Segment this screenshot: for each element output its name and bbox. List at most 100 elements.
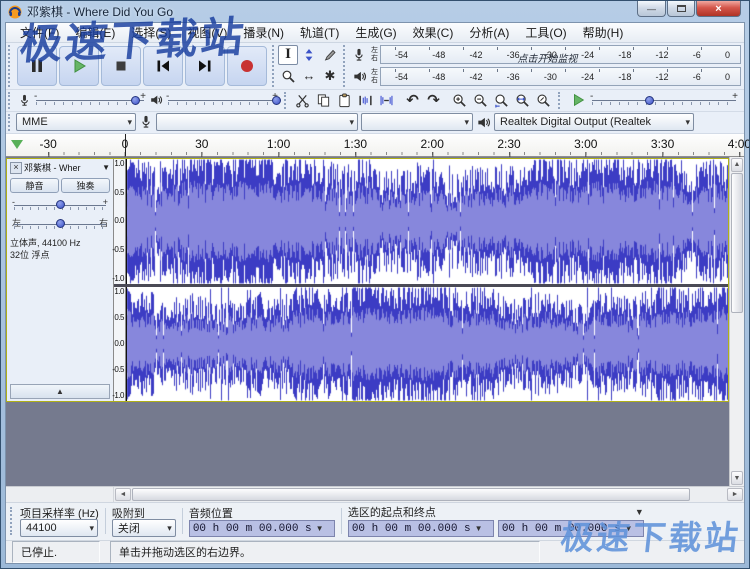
- gain-slider[interactable]: - +: [10, 197, 110, 212]
- menu-item[interactable]: 轨道(T): [292, 22, 347, 43]
- silence-audio-button[interactable]: [376, 90, 397, 110]
- right-channel-waveform[interactable]: [126, 286, 728, 401]
- field-dropdown-icon[interactable]: ▼: [625, 524, 633, 533]
- recording-meter-bar[interactable]: -54 -48 -42 -36 -30 -24 -18 -12 -6 0 点击开始监视: [380, 45, 741, 65]
- minimize-button[interactable]: —: [637, 1, 666, 17]
- zoom-out-button[interactable]: [470, 90, 491, 110]
- field-dropdown-icon[interactable]: ▼: [316, 524, 324, 533]
- paste-button[interactable]: [334, 90, 355, 110]
- fit-project-button[interactable]: [512, 90, 533, 110]
- mute-button[interactable]: 静音: [10, 177, 59, 193]
- track-channels: 1.0 0.5 0.0 -0.5 -1.0 1.0 0.5 0.0 -0.5 -1.0: [112, 158, 728, 401]
- track-menu-dropdown-icon[interactable]: ▼: [102, 163, 110, 172]
- undo-icon: ↶: [406, 91, 419, 109]
- scroll-down-button[interactable]: ▼: [731, 471, 743, 486]
- menu-item[interactable]: 视图(V): [179, 22, 235, 43]
- collapse-track-button[interactable]: ▲: [10, 383, 110, 399]
- playback-speed-slider[interactable]: - +: [590, 92, 738, 108]
- menu-item[interactable]: 选择(S): [123, 22, 179, 43]
- recording-channels-dropdown[interactable]: [361, 113, 473, 132]
- play-at-speed-button[interactable]: [570, 92, 586, 108]
- timeline-ruler[interactable]: -300301:001:302:002:303:003:304:00: [6, 133, 749, 157]
- vertical-scrollbar[interactable]: ▲ ▼: [729, 156, 744, 487]
- skip-to-end-button[interactable]: [185, 45, 225, 86]
- horizontal-scrollbar[interactable]: [132, 487, 726, 502]
- scroll-up-button[interactable]: ▲: [731, 157, 743, 172]
- toolbar-gripper[interactable]: [8, 91, 13, 109]
- slider-thumb[interactable]: [272, 96, 282, 106]
- meter-scale-value: -54: [395, 71, 409, 82]
- copy-button[interactable]: [313, 90, 334, 110]
- zoom-tool-button[interactable]: [278, 66, 298, 86]
- toolbar-gripper[interactable]: [8, 113, 13, 131]
- cut-button[interactable]: [292, 90, 313, 110]
- scrollbar-spacer: [6, 487, 114, 503]
- playback-meter-speaker-button[interactable]: [349, 67, 369, 86]
- menu-item[interactable]: 生成(G): [347, 22, 404, 43]
- draw-tool-button[interactable]: [320, 45, 340, 65]
- recording-device-dropdown[interactable]: [156, 113, 358, 132]
- left-channel-label: 左: [371, 68, 378, 76]
- playback-volume-slider[interactable]: - +: [166, 92, 282, 108]
- audio-host-dropdown[interactable]: MME: [16, 113, 136, 132]
- recording-meter-mic-button[interactable]: [349, 45, 369, 64]
- stop-button[interactable]: [101, 45, 141, 86]
- snap-to-label: 吸附到: [111, 508, 145, 521]
- play-pin-button[interactable]: [9, 137, 25, 153]
- left-channel-waveform[interactable]: [126, 158, 728, 284]
- menu-item[interactable]: 分析(A): [461, 22, 517, 43]
- record-button[interactable]: [227, 45, 267, 86]
- horizontal-scroll-thumb[interactable]: [132, 488, 691, 502]
- track-close-button[interactable]: ×: [10, 161, 22, 174]
- snap-to-dropdown[interactable]: 关闭: [111, 519, 176, 538]
- selection-range-dropdown[interactable]: 选区的起点和终点 ▼: [348, 505, 648, 519]
- gain-slider-thumb[interactable]: [56, 199, 65, 209]
- collapse-icon: ▲: [56, 386, 64, 396]
- menu-item[interactable]: 效果(C): [405, 22, 462, 43]
- field-dropdown-icon[interactable]: ▼: [475, 524, 483, 533]
- selection-start-field[interactable]: 00 h 00 m 00.000 s ▼: [347, 520, 494, 538]
- menu-item[interactable]: 帮助(H): [575, 22, 632, 43]
- playback-device-dropdown[interactable]: Realtek Digital Output (Realtek: [494, 113, 694, 132]
- maximize-button[interactable]: [667, 1, 695, 17]
- trim-audio-button[interactable]: [355, 90, 376, 110]
- close-button[interactable]: ×: [696, 1, 741, 17]
- fit-selection-button[interactable]: [491, 90, 512, 110]
- timeshift-tool-button[interactable]: ↔: [299, 66, 319, 86]
- toolbar-gripper[interactable]: [284, 91, 289, 109]
- playback-meter-bar[interactable]: -54 -48 -42 -36 -30 -24 -18 -12 -6 0: [380, 67, 741, 87]
- menu-item[interactable]: 播录(N): [235, 22, 292, 43]
- envelope-tool-button[interactable]: [299, 45, 319, 65]
- stop-icon: [116, 61, 126, 71]
- track-name[interactable]: 邓紫棋 - Wher: [24, 161, 100, 174]
- project-rate-dropdown[interactable]: 44100: [20, 519, 98, 538]
- zoom-toggle-button[interactable]: [533, 90, 554, 110]
- vertical-scroll-thumb[interactable]: [731, 172, 743, 313]
- skip-to-start-button[interactable]: [143, 45, 183, 86]
- pan-slider[interactable]: 左 右: [10, 216, 110, 231]
- recording-volume-slider[interactable]: - +: [34, 92, 146, 108]
- audio-position-field[interactable]: 00 h 00 m 00.000 s ▼: [188, 520, 335, 538]
- toolbar-gripper[interactable]: [558, 91, 563, 109]
- pan-slider-thumb[interactable]: [56, 218, 65, 228]
- zoom-in-button[interactable]: [449, 90, 470, 110]
- redo-button[interactable]: ↷: [423, 90, 444, 110]
- scroll-right-button[interactable]: ►: [727, 488, 743, 502]
- selection-end-field[interactable]: 00 h 00 m 00.000 s ▼: [497, 520, 644, 538]
- solo-button[interactable]: 独奏: [61, 177, 110, 193]
- menu-item[interactable]: 编辑(E): [67, 22, 123, 43]
- undo-button[interactable]: ↶: [402, 90, 423, 110]
- multi-tool-button[interactable]: ✱: [320, 66, 340, 86]
- title-bar: 邓紫棋 - Where Did You Go — ×: [1, 1, 749, 22]
- menu-item[interactable]: 文件(F): [12, 22, 67, 43]
- toolbar-gripper[interactable]: [343, 45, 348, 87]
- play-button[interactable]: [59, 45, 99, 86]
- audio-track[interactable]: × 邓紫棋 - Wher ▼ 静音 独奏 - + 左 右 立体声, 44100 …: [6, 157, 729, 402]
- pause-button[interactable]: [17, 45, 57, 86]
- toolbar-gripper[interactable]: [272, 45, 277, 87]
- toolbar-gripper[interactable]: [10, 507, 15, 536]
- selection-tool-button[interactable]: I: [278, 44, 298, 65]
- scroll-left-button[interactable]: ◄: [115, 488, 131, 502]
- menu-item[interactable]: 工具(O): [517, 22, 574, 43]
- toolbar-gripper[interactable]: [8, 45, 13, 87]
